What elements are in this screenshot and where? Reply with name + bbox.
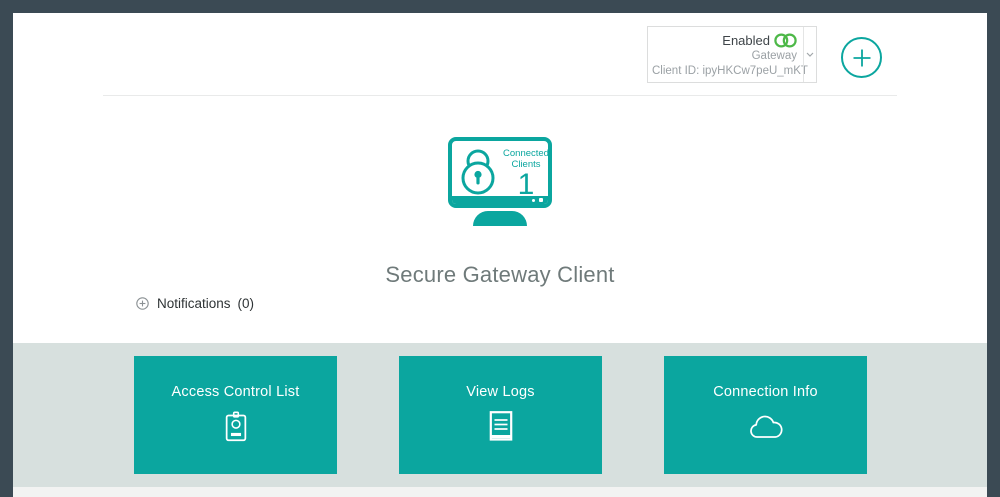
view-logs-button[interactable]: View Logs [399,356,602,474]
gateway-status-label: Enabled [722,33,770,48]
padlock-icon [457,147,499,200]
connected-count: 1 [517,168,535,201]
plus-icon [852,48,872,68]
connected-clients-readout: Connected Clients 1 [502,148,549,201]
client-window: Enabled Gateway Client ID: ipyHKCw7peU_m… [13,13,987,497]
gateway-selector-summary: Enabled Gateway Client ID: ipyHKCw7peU_m… [648,27,808,82]
client-id: Client ID: ipyHKCw7peU_mKT [652,65,808,77]
action-label: Access Control List [171,384,300,400]
chevron-down-icon [806,52,814,57]
action-label: Connection Info [713,384,818,400]
secure-gateway-client-app: { "colors": { "accent": "#0ba69f", "gree… [0,0,1000,497]
connected-label-line1: Connected [503,148,549,159]
actions-section: Access Control List View Logs Connection… [13,343,987,487]
linked-rings-icon [774,32,797,49]
monitor-power-dot-icon [532,198,535,202]
monitor-stand [473,211,527,226]
header-divider [103,95,897,96]
access-control-list-button[interactable]: Access Control List [134,356,337,474]
gateway-name: Gateway [751,50,797,62]
bottom-strip [13,487,987,497]
notifications-toggle[interactable]: Notifications (0) [136,296,254,311]
notifications-label: Notifications [157,296,231,311]
connection-info-button[interactable]: Connection Info [664,356,867,474]
monitor-button-icon [539,198,543,202]
circled-plus-icon [136,297,149,310]
id-badge-icon [225,409,247,443]
monitor-icon: Connected Clients 1 [448,137,552,226]
gateway-selector[interactable]: Enabled Gateway Client ID: ipyHKCw7peU_m… [647,26,817,83]
monitor-screen: Connected Clients 1 [448,137,552,208]
page-title: Secure Gateway Client [385,262,615,287]
add-gateway-button[interactable] [841,37,882,78]
notifications-count: (0) [237,296,255,311]
cloud-icon [747,409,784,443]
gateway-selector-dropdown[interactable] [803,27,816,82]
action-label: View Logs [466,384,535,400]
log-document-icon [489,409,513,443]
monitor-bezel [452,196,548,204]
